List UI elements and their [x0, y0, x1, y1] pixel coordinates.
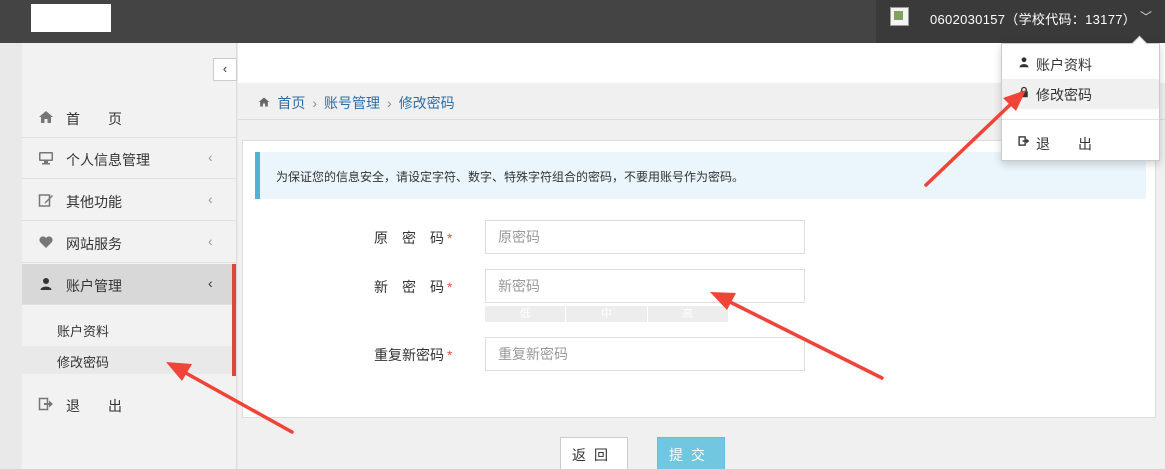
sidebar-subitem-label: 修改密码: [57, 355, 110, 370]
strength-medium: 中: [566, 306, 648, 322]
sidebar-item-label: 个人信息管理: [66, 152, 150, 168]
dropdown-item-logout[interactable]: 退 出: [1002, 128, 1159, 158]
logo: [31, 4, 111, 32]
chevron-down-icon: ﹀: [1140, 10, 1153, 24]
required-mark: *: [447, 279, 453, 295]
home-icon: [38, 109, 54, 125]
password-form-panel: 为保证您的信息安全，请设定字符、数字、特殊字符组合的密码，不要用账号作为密码。 …: [242, 140, 1156, 418]
repeat-password-label: 重复新密码 *: [374, 345, 452, 365]
chevron-left-icon: ‹: [208, 233, 213, 249]
user-menu-toggle[interactable]: 0602030157（学校代码：13177） ﹀: [876, 0, 1165, 43]
active-indicator-bar: [232, 264, 236, 376]
dropdown-item-label: 修改密码: [1036, 87, 1092, 103]
sidebar-item-logout[interactable]: 退 出: [22, 384, 237, 425]
dropdown-item-account-profile[interactable]: 账户资料: [1002, 49, 1159, 79]
lock-icon: [1018, 86, 1030, 101]
logout-icon: [38, 396, 54, 412]
sidebar-item-label: 退 出: [66, 398, 122, 414]
sidebar-item-label: 其他功能: [66, 194, 122, 210]
sidebar-item-account-management[interactable]: 账户管理 ‹: [22, 264, 237, 305]
new-password-input[interactable]: [485, 269, 805, 303]
chevron-left-icon: ‹: [208, 149, 213, 165]
sidebar-subitem-change-password[interactable]: 修改密码: [22, 346, 232, 374]
sidebar-item-website-services[interactable]: 网站服务 ‹: [22, 222, 237, 263]
security-notice-text: 为保证您的信息安全，请设定字符、数字、特殊字符组合的密码，不要用账号作为密码。: [276, 170, 745, 184]
sidebar-subitem-account-profile[interactable]: 账户资料: [22, 315, 232, 343]
sidebar-item-label: 账户管理: [66, 278, 122, 294]
logout-icon: [1018, 135, 1030, 150]
sidebar-item-label: 首 页: [66, 111, 122, 127]
old-password-label: 原 密 码 *: [374, 228, 452, 248]
user-icon: [1018, 56, 1030, 71]
submit-button[interactable]: 提交: [657, 437, 725, 469]
repeat-password-label-text: 重复新密码: [374, 347, 444, 363]
old-password-input[interactable]: [485, 220, 805, 254]
new-password-label: 新 密 码 *: [374, 277, 452, 297]
strength-high: 高: [647, 306, 729, 322]
user-dropdown-menu: 账户资料 修改密码 退 出: [1001, 43, 1160, 161]
chevron-left-icon: ‹: [208, 275, 213, 291]
breadcrumb-separator: ›: [387, 95, 392, 111]
heart-icon: [38, 234, 54, 250]
breadcrumb-account-link[interactable]: 账号管理: [324, 95, 380, 111]
user-icon: [38, 276, 54, 292]
top-bar: 0602030157（学校代码：13177） ﹀: [0, 0, 1165, 43]
new-password-label-text: 新 密 码: [374, 279, 444, 295]
breadcrumb: 首页 › 账号管理 › 修改密码: [258, 93, 455, 113]
sidebar-item-personal-info[interactable]: 个人信息管理 ‹: [22, 138, 237, 179]
dropdown-item-label: 账户资料: [1036, 57, 1092, 73]
repeat-password-input[interactable]: [485, 337, 805, 371]
edit-icon: [38, 192, 54, 208]
strength-low: 低: [485, 306, 567, 322]
password-strength-meter: 低 中 高: [485, 306, 729, 322]
chevron-left-icon: ‹: [208, 191, 213, 207]
dropdown-item-change-password[interactable]: 修改密码: [1002, 79, 1159, 109]
breadcrumb-home-link[interactable]: 首页: [277, 95, 305, 111]
sidebar-subitem-label: 账户资料: [57, 324, 110, 339]
dropdown-item-label: 退 出: [1036, 136, 1092, 152]
breadcrumb-current[interactable]: 修改密码: [399, 95, 455, 111]
user-account-text: 0602030157（学校代码：13177）: [930, 12, 1137, 27]
monitor-icon: [38, 150, 54, 166]
sidebar-collapse-button[interactable]: ‹: [213, 58, 237, 81]
sidebar-item-label: 网站服务: [66, 236, 122, 252]
required-mark: *: [447, 347, 453, 363]
sidebar: ‹ 首 页 个人信息管理 ‹ 其他功能 ‹ 网站服务 ‹ 账户管理 ‹ 账户资料…: [22, 43, 237, 469]
avatar: [890, 7, 909, 26]
required-mark: *: [447, 230, 453, 246]
breadcrumb-separator: ›: [312, 95, 318, 111]
dropdown-divider: [1002, 119, 1159, 120]
sidebar-item-home[interactable]: 首 页: [22, 97, 237, 138]
home-icon: [258, 97, 273, 111]
sidebar-item-other-functions[interactable]: 其他功能 ‹: [22, 180, 237, 221]
old-password-label-text: 原 密 码: [374, 230, 444, 246]
back-button[interactable]: 返回: [560, 437, 628, 469]
